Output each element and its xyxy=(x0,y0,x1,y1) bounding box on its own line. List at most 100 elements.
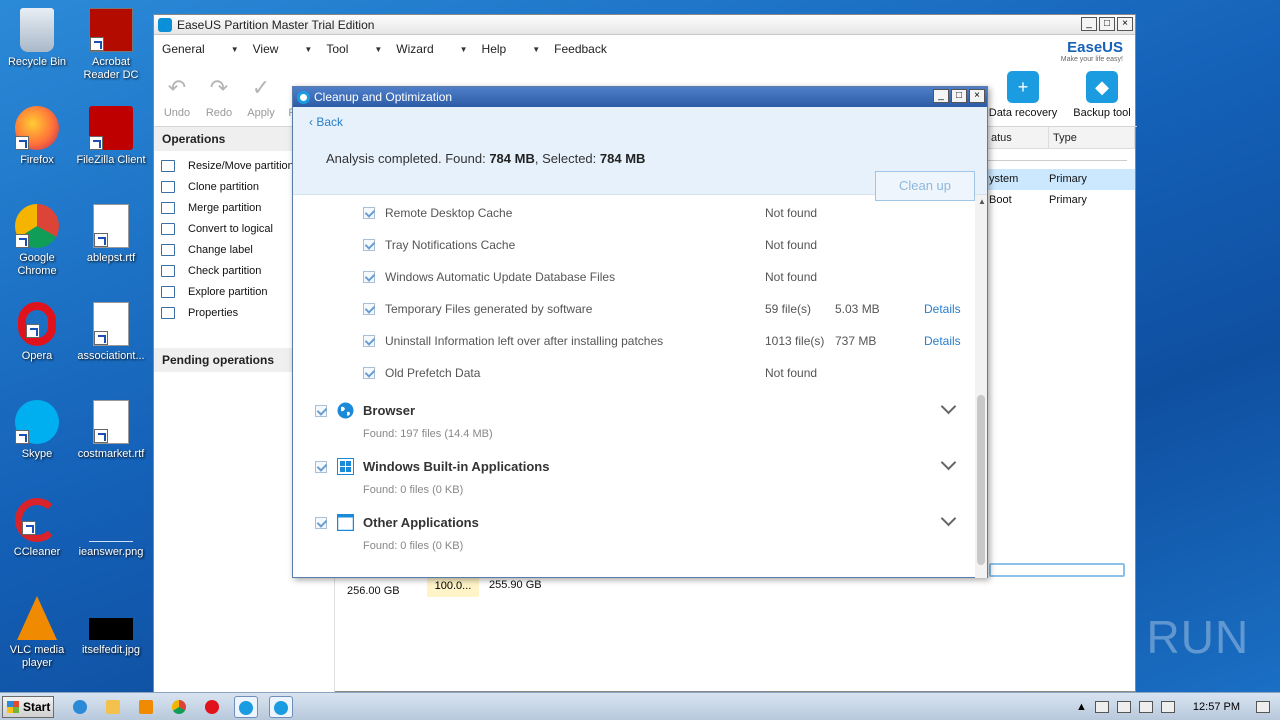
dialog-maximize-button[interactable]: □ xyxy=(951,89,967,103)
desktop-icon-costmarket[interactable]: costmarket.rtf xyxy=(74,400,148,461)
menu-wizard[interactable]: Wizard ▼ xyxy=(396,42,467,56)
disk-used: 100.0... xyxy=(427,575,479,597)
menu-help[interactable]: Help ▼ xyxy=(482,42,541,56)
folder-icon xyxy=(106,700,120,714)
partition-table: atus Type ystem Primary Boot Primary xyxy=(987,127,1135,211)
group-name: Windows Built-in Applications xyxy=(363,459,550,474)
menu-general[interactable]: General ▼ xyxy=(162,42,239,56)
scrollbar-thumb[interactable] xyxy=(977,395,985,565)
group-checkbox[interactable] xyxy=(315,461,327,473)
item-checkbox[interactable] xyxy=(363,303,375,315)
desktop-icon-recycle-bin[interactable]: Recycle Bin xyxy=(0,8,74,69)
menu-tool[interactable]: Tool ▼ xyxy=(326,42,382,56)
merge-icon xyxy=(161,201,175,214)
item-checkbox[interactable] xyxy=(363,335,375,347)
item-checkbox[interactable] xyxy=(363,239,375,251)
status-column-header[interactable]: atus xyxy=(987,127,1049,148)
redo-button[interactable]: ↷ Redo xyxy=(204,65,234,119)
taskbar-ie[interactable] xyxy=(68,696,92,718)
desktop-icon-label: costmarket.rtf xyxy=(77,448,145,460)
close-button[interactable]: × xyxy=(1117,17,1133,31)
item-checkbox[interactable] xyxy=(363,207,375,219)
disk-map[interactable]: 256.00 GB 100.0... 255.90 GB xyxy=(339,563,1137,605)
desktop-icon-vlc[interactable]: VLC media player xyxy=(0,596,74,670)
data-recovery-icon: + xyxy=(1007,71,1039,103)
network-icon[interactable] xyxy=(1116,701,1131,713)
volume-icon[interactable] xyxy=(1138,701,1153,713)
scroll-up-icon[interactable]: ▲ xyxy=(978,197,986,206)
back-link[interactable]: ‹ Back xyxy=(309,115,343,129)
taskbar-media-player[interactable] xyxy=(134,696,158,718)
item-checkbox[interactable] xyxy=(363,367,375,379)
group-windows-built-in[interactable]: Windows Built-in Applications Found: 0 f… xyxy=(293,451,973,507)
backup-tool-button[interactable]: ◆ Backup tool xyxy=(1067,69,1137,119)
desktop-icon-opera[interactable]: Opera xyxy=(0,302,74,363)
flag-icon[interactable] xyxy=(1094,701,1109,713)
disk-bar xyxy=(989,563,1125,577)
analysis-summary: Analysis completed. Found: 784 MB, Selec… xyxy=(326,151,645,166)
group-other-applications[interactable]: Other Applications Found: 0 files (0 KB) xyxy=(293,507,973,563)
chevron-down-icon[interactable] xyxy=(940,454,957,471)
disk-size: 256.00 GB xyxy=(347,585,400,597)
type-column-header[interactable]: Type xyxy=(1049,127,1135,148)
group-name: Browser xyxy=(363,403,416,418)
apply-button[interactable]: ✓ Apply xyxy=(245,65,277,119)
undo-button[interactable]: ↶ Undo xyxy=(162,65,192,119)
dialog-close-button[interactable]: × xyxy=(969,89,985,103)
group-summary: Found: 197 files (14.4 MB) xyxy=(363,428,493,440)
item-name: Tray Notifications Cache xyxy=(385,238,516,252)
caret-down-icon: ▼ xyxy=(532,44,541,54)
desktop-icon-filezilla[interactable]: FileZilla Client xyxy=(74,106,148,167)
ccleaner-icon xyxy=(15,498,59,542)
menu-feedback[interactable]: Feedback xyxy=(554,42,607,56)
desktop-icon-label: Google Chrome xyxy=(17,252,57,277)
selected-prefix: , Selected: xyxy=(534,151,600,166)
taskbar-easeus[interactable] xyxy=(234,696,258,718)
show-desktop-icon[interactable] xyxy=(1256,701,1270,713)
chrome-icon xyxy=(15,204,59,248)
dialog-title: Cleanup and Optimization xyxy=(314,90,453,104)
dialog-scrollbar[interactable]: ▲ xyxy=(975,195,987,578)
taskbar-explorer[interactable] xyxy=(101,696,125,718)
desktop-icon-associationt[interactable]: associationt... xyxy=(74,302,148,363)
power-icon[interactable] xyxy=(1160,701,1175,713)
item-name: Remote Desktop Cache xyxy=(385,206,513,220)
desktop-icon-ablepst[interactable]: ablepst.rtf xyxy=(74,204,148,265)
desktop-icon-itselfedit[interactable]: itselfedit.jpg xyxy=(74,596,148,657)
table-row[interactable]: ystem Primary xyxy=(987,169,1135,190)
taskbar-opera[interactable] xyxy=(200,696,224,718)
convert-icon xyxy=(161,222,175,235)
globe-icon xyxy=(337,402,354,419)
dialog-minimize-button[interactable]: _ xyxy=(933,89,949,103)
back-label: Back xyxy=(316,115,344,129)
taskbar-cleanup[interactable] xyxy=(269,696,293,718)
item-name: Windows Automatic Update Database Files xyxy=(385,270,616,284)
group-summary: Found: 0 files (0 KB) xyxy=(363,484,464,496)
details-link[interactable]: Details xyxy=(924,302,961,316)
group-checkbox[interactable] xyxy=(315,405,327,417)
item-status: Not found xyxy=(765,366,818,380)
desktop-icon-acrobat[interactable]: Acrobat Reader DC xyxy=(74,8,148,82)
chevron-up-icon[interactable]: ▲ xyxy=(1076,701,1087,713)
data-recovery-button[interactable]: + Data recovery xyxy=(987,69,1059,119)
chevron-down-icon[interactable] xyxy=(940,510,957,527)
group-browser[interactable]: Browser Found: 197 files (14.4 MB) xyxy=(293,395,973,451)
desktop-icon-firefox[interactable]: Firefox xyxy=(0,106,74,167)
group-checkbox[interactable] xyxy=(315,517,327,529)
menu-view[interactable]: View ▼ xyxy=(253,42,313,56)
minimize-button[interactable]: _ xyxy=(1081,17,1097,31)
start-button[interactable]: Start xyxy=(2,696,54,718)
item-checkbox[interactable] xyxy=(363,271,375,283)
maximize-button[interactable]: □ xyxy=(1099,17,1115,31)
details-link[interactable]: Details xyxy=(924,334,961,348)
desktop-icon-chrome[interactable]: Google Chrome xyxy=(0,204,74,278)
desktop-icon-skype[interactable]: Skype xyxy=(0,400,74,461)
properties-icon xyxy=(161,306,175,319)
taskbar-chrome[interactable] xyxy=(167,696,191,718)
desktop-icon-ccleaner[interactable]: CCleaner xyxy=(0,498,74,559)
desktop-icon-ieanswer[interactable]: ieanswer.png xyxy=(74,498,148,559)
opera-icon xyxy=(18,302,56,346)
chevron-down-icon[interactable] xyxy=(940,398,957,415)
clock[interactable]: 12:57 PM xyxy=(1193,701,1240,713)
table-row[interactable]: Boot Primary xyxy=(987,190,1135,211)
